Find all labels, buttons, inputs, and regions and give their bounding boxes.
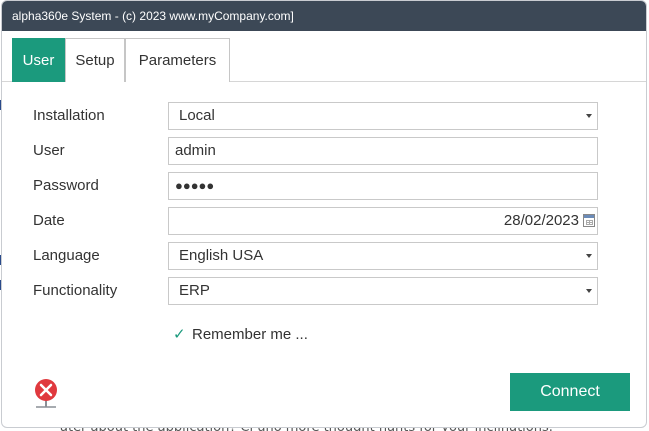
- tab-parameters[interactable]: Parameters: [125, 38, 230, 82]
- user-input[interactable]: admin: [168, 137, 598, 165]
- connect-button[interactable]: Connect: [510, 373, 630, 411]
- title-bar: alpha360e System - (c) 2023 www.myCompan…: [2, 1, 646, 31]
- installation-value: Local: [179, 107, 215, 124]
- chevron-down-icon: [586, 289, 592, 293]
- password-label: Password: [33, 177, 99, 194]
- check-icon: ✓: [173, 326, 186, 343]
- installation-select[interactable]: Local: [168, 102, 598, 130]
- tab-setup[interactable]: Setup: [65, 38, 125, 82]
- login-dialog: alpha360e System - (c) 2023 www.myCompan…: [1, 0, 647, 428]
- chevron-down-icon: [586, 254, 592, 258]
- exit-button[interactable]: [32, 377, 60, 409]
- functionality-select[interactable]: ERP: [168, 277, 598, 305]
- installation-label: Installation: [33, 107, 105, 124]
- password-input[interactable]: ●●●●●: [168, 172, 598, 200]
- language-value: English USA: [179, 247, 264, 264]
- date-label: Date: [33, 212, 65, 229]
- remember-me-label: Remember me ...: [192, 326, 308, 343]
- exit-icon: [35, 379, 57, 408]
- user-value: admin: [175, 142, 216, 159]
- tab-user[interactable]: User: [12, 38, 65, 82]
- date-input[interactable]: 28/02/2023: [168, 207, 598, 235]
- calendar-icon[interactable]: [583, 214, 595, 227]
- chevron-down-icon: [586, 114, 592, 118]
- functionality-value: ERP: [179, 282, 210, 299]
- date-value: 28/02/2023: [503, 212, 579, 229]
- functionality-label: Functionality: [33, 282, 118, 299]
- language-select[interactable]: English USA: [168, 242, 598, 270]
- user-label: User: [33, 142, 65, 159]
- window-title: alpha360e System - (c) 2023 www.myCompan…: [12, 9, 294, 23]
- password-value: ●●●●●: [175, 178, 215, 193]
- language-label: Language: [33, 247, 100, 264]
